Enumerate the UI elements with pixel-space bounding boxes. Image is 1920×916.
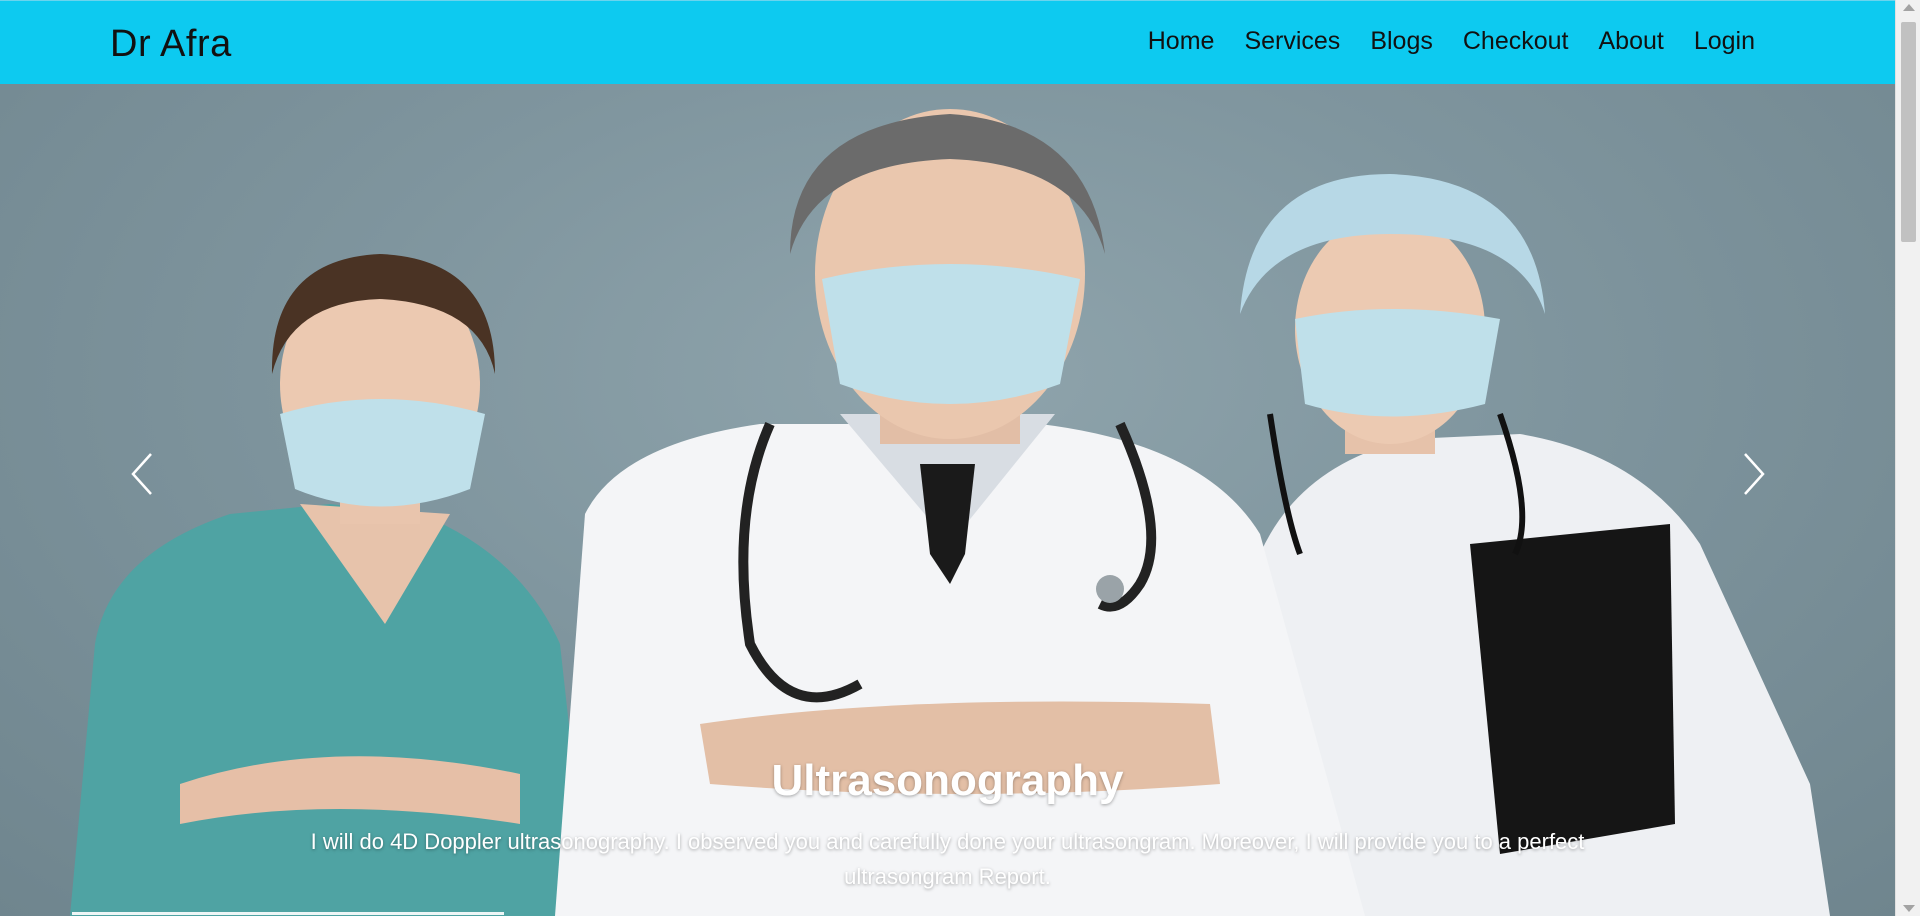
- brand-logo[interactable]: Dr Afra: [110, 23, 232, 66]
- main-nav: Home Services Blogs Checkout About Login: [1148, 27, 1755, 56]
- slide-title: Ultrasonography: [771, 756, 1124, 805]
- carousel-next-button[interactable]: [1724, 444, 1784, 504]
- nav-link-login[interactable]: Login: [1694, 27, 1755, 56]
- nav-link-about[interactable]: About: [1598, 27, 1663, 56]
- chevron-left-icon: [131, 453, 152, 495]
- scroll-thumb[interactable]: [1901, 22, 1916, 242]
- scroll-down-arrow-icon[interactable]: [1903, 905, 1915, 912]
- nav-link-blogs[interactable]: Blogs: [1370, 27, 1433, 56]
- navbar: Dr Afra Home Services Blogs Checkout Abo…: [0, 0, 1895, 84]
- vertical-scrollbar[interactable]: [1895, 0, 1920, 916]
- slide-description: I will do 4D Doppler ultrasonography. I …: [310, 829, 1585, 889]
- chevron-right-icon: [1744, 453, 1765, 495]
- hero-carousel: Ultrasonography I will do 4D Doppler ult…: [0, 84, 1895, 916]
- nav-link-home[interactable]: Home: [1148, 27, 1215, 56]
- carousel-prev-button[interactable]: [112, 444, 172, 504]
- nav-link-checkout[interactable]: Checkout: [1463, 27, 1569, 56]
- nav-link-services[interactable]: Services: [1244, 27, 1340, 56]
- carousel-indicator-active[interactable]: [72, 912, 504, 915]
- page: Dr Afra Home Services Blogs Checkout Abo…: [0, 0, 1895, 916]
- carousel-caption: Ultrasonography I will do 4D Doppler ult…: [260, 756, 1635, 894]
- scroll-up-arrow-icon[interactable]: [1903, 4, 1915, 11]
